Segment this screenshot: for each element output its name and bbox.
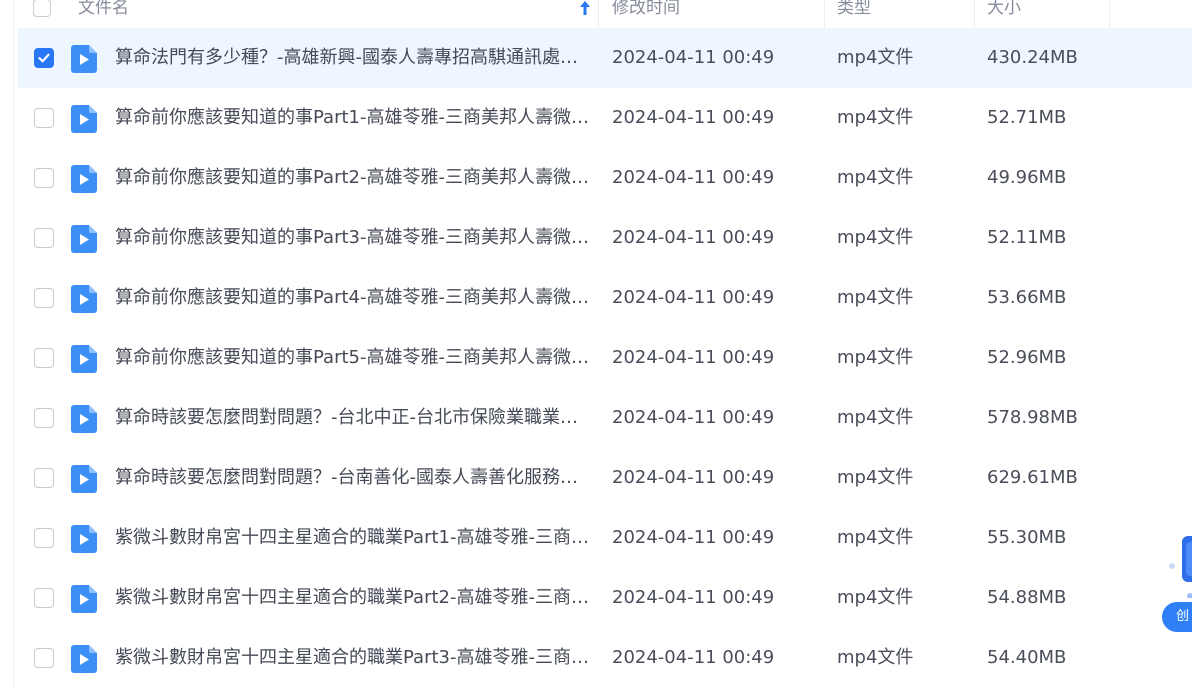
row-checkbox[interactable] bbox=[34, 168, 54, 188]
header-type[interactable]: 类型 bbox=[837, 0, 871, 28]
table-row[interactable]: 算命前你應該要知道的事Part5-高雄苓雅-三商美邦人壽微… 2024-04-1… bbox=[18, 328, 1192, 388]
file-type: mp4文件 bbox=[837, 167, 914, 188]
file-modified-time: 2024-04-11 00:49 bbox=[612, 587, 775, 608]
row-checkbox[interactable] bbox=[34, 48, 54, 68]
file-name[interactable]: 算命時該要怎麼問對問題？-台北中正-台北市保險業職業… bbox=[115, 388, 593, 448]
header-size[interactable]: 大小 bbox=[987, 0, 1021, 28]
row-checkbox[interactable] bbox=[34, 228, 54, 248]
file-modified-time: 2024-04-11 00:49 bbox=[612, 107, 775, 128]
sort-ascending-icon[interactable] bbox=[576, 0, 594, 18]
file-modified-time: 2024-04-11 00:49 bbox=[612, 167, 775, 188]
file-size: 52.11MB bbox=[987, 227, 1067, 248]
file-type: mp4文件 bbox=[837, 467, 914, 488]
table-row[interactable]: 算命法門有多少種？-高雄新興-國泰人壽專招高騏通訊處… 2024-04-11 0… bbox=[18, 28, 1192, 88]
row-checkbox[interactable] bbox=[34, 528, 54, 548]
file-name[interactable]: 算命法門有多少種？-高雄新興-國泰人壽專招高騏通訊處… bbox=[115, 28, 593, 88]
table-row[interactable]: 算命時該要怎麼問對問題？-台北中正-台北市保險業職業… 2024-04-11 0… bbox=[18, 388, 1192, 448]
file-type: mp4文件 bbox=[837, 47, 914, 68]
file-size: 55.30MB bbox=[987, 527, 1067, 548]
table-header: 文件名 修改时间 类型 大小 bbox=[18, 0, 1192, 28]
video-file-icon bbox=[71, 525, 97, 553]
file-type: mp4文件 bbox=[837, 287, 914, 308]
file-size: 54.88MB bbox=[987, 587, 1067, 608]
file-name[interactable]: 算命時該要怎麼問對問題？-台南善化-國泰人壽善化服務… bbox=[115, 448, 593, 508]
video-file-icon bbox=[71, 165, 97, 193]
checkmark-icon bbox=[38, 53, 50, 63]
file-name[interactable]: 算命前你應該要知道的事Part4-高雄苓雅-三商美邦人壽微… bbox=[115, 268, 593, 328]
header-separator[interactable] bbox=[974, 0, 975, 28]
file-size: 52.71MB bbox=[987, 107, 1067, 128]
table-row[interactable]: 紫微斗數財帛宮十四主星適合的職業Part1-高雄苓雅-三商… 2024-04-1… bbox=[18, 508, 1192, 568]
table-row[interactable]: 算命前你應該要知道的事Part2-高雄苓雅-三商美邦人壽微… 2024-04-1… bbox=[18, 148, 1192, 208]
left-border bbox=[13, 0, 14, 690]
table-row[interactable]: 紫微斗數財帛宮十四主星適合的職業Part3-高雄苓雅-三商… 2024-04-1… bbox=[18, 628, 1192, 688]
floating-assistant[interactable]: 创 bbox=[1160, 528, 1192, 638]
header-name[interactable]: 文件名 bbox=[78, 0, 129, 28]
file-type: mp4文件 bbox=[837, 587, 914, 608]
select-all-checkbox[interactable] bbox=[33, 0, 51, 17]
row-checkbox[interactable] bbox=[34, 108, 54, 128]
file-name[interactable]: 算命前你應該要知道的事Part5-高雄苓雅-三商美邦人壽微… bbox=[115, 328, 593, 388]
row-checkbox[interactable] bbox=[34, 408, 54, 428]
file-name[interactable]: 紫微斗數財帛宮十四主星適合的職業Part3-高雄苓雅-三商… bbox=[115, 628, 593, 688]
file-size: 53.66MB bbox=[987, 287, 1067, 308]
file-modified-time: 2024-04-11 00:49 bbox=[612, 467, 775, 488]
file-type: mp4文件 bbox=[837, 227, 914, 248]
file-modified-time: 2024-04-11 00:49 bbox=[612, 527, 775, 548]
file-size: 629.61MB bbox=[987, 467, 1078, 488]
file-size: 54.40MB bbox=[987, 647, 1067, 668]
file-table: 文件名 修改时间 类型 大小 算命法門有多少種？-高雄新興-國泰人壽專招高騏通訊… bbox=[18, 0, 1192, 688]
table-row[interactable]: 算命時該要怎麼問對問題？-台南善化-國泰人壽善化服務… 2024-04-11 0… bbox=[18, 448, 1192, 508]
row-checkbox[interactable] bbox=[34, 468, 54, 488]
file-name[interactable]: 紫微斗數財帛宮十四主星適合的職業Part2-高雄苓雅-三商… bbox=[115, 568, 593, 628]
file-modified-time: 2024-04-11 00:49 bbox=[612, 647, 775, 668]
video-file-icon bbox=[71, 225, 97, 253]
file-manager: 文件名 修改时间 类型 大小 算命法門有多少種？-高雄新興-國泰人壽專招高騏通訊… bbox=[0, 0, 1192, 690]
file-name[interactable]: 紫微斗數財帛宮十四主星適合的職業Part1-高雄苓雅-三商… bbox=[115, 508, 593, 568]
video-file-icon bbox=[71, 585, 97, 613]
file-type: mp4文件 bbox=[837, 407, 914, 428]
row-checkbox[interactable] bbox=[34, 648, 54, 668]
video-file-icon bbox=[71, 285, 97, 313]
file-name[interactable]: 算命前你應該要知道的事Part2-高雄苓雅-三商美邦人壽微… bbox=[115, 148, 593, 208]
assistant-icon[interactable] bbox=[1160, 528, 1192, 598]
file-modified-time: 2024-04-11 00:49 bbox=[612, 227, 775, 248]
file-name[interactable]: 算命前你應該要知道的事Part3-高雄苓雅-三商美邦人壽微… bbox=[115, 208, 593, 268]
video-file-icon bbox=[71, 645, 97, 673]
row-checkbox[interactable] bbox=[34, 348, 54, 368]
file-type: mp4文件 bbox=[837, 647, 914, 668]
table-row[interactable]: 算命前你應該要知道的事Part1-高雄苓雅-三商美邦人壽微… 2024-04-1… bbox=[18, 88, 1192, 148]
table-row[interactable]: 算命前你應該要知道的事Part3-高雄苓雅-三商美邦人壽微… 2024-04-1… bbox=[18, 208, 1192, 268]
header-separator[interactable] bbox=[824, 0, 825, 28]
table-row[interactable]: 算命前你應該要知道的事Part4-高雄苓雅-三商美邦人壽微… 2024-04-1… bbox=[18, 268, 1192, 328]
table-row[interactable]: 紫微斗數財帛宮十四主星適合的職業Part2-高雄苓雅-三商… 2024-04-1… bbox=[18, 568, 1192, 628]
row-checkbox[interactable] bbox=[34, 288, 54, 308]
file-modified-time: 2024-04-11 00:49 bbox=[612, 407, 775, 428]
file-size: 52.96MB bbox=[987, 347, 1067, 368]
file-type: mp4文件 bbox=[837, 347, 914, 368]
file-modified-time: 2024-04-11 00:49 bbox=[612, 47, 775, 68]
file-size: 578.98MB bbox=[987, 407, 1078, 428]
video-file-icon bbox=[71, 105, 97, 133]
header-separator[interactable] bbox=[1109, 0, 1110, 28]
video-file-icon bbox=[71, 45, 97, 73]
file-type: mp4文件 bbox=[837, 527, 914, 548]
file-name[interactable]: 算命前你應該要知道的事Part1-高雄苓雅-三商美邦人壽微… bbox=[115, 88, 593, 148]
header-mtime[interactable]: 修改时间 bbox=[612, 0, 680, 28]
header-separator[interactable] bbox=[598, 0, 599, 28]
file-type: mp4文件 bbox=[837, 107, 914, 128]
file-list: 算命法門有多少種？-高雄新興-國泰人壽專招高騏通訊處… 2024-04-11 0… bbox=[18, 28, 1192, 688]
file-modified-time: 2024-04-11 00:49 bbox=[612, 347, 775, 368]
file-size: 430.24MB bbox=[987, 47, 1078, 68]
file-size: 49.96MB bbox=[987, 167, 1067, 188]
assistant-button[interactable]: 创 bbox=[1162, 602, 1192, 632]
video-file-icon bbox=[71, 345, 97, 373]
video-file-icon bbox=[71, 465, 97, 493]
row-checkbox[interactable] bbox=[34, 588, 54, 608]
video-file-icon bbox=[71, 405, 97, 433]
file-modified-time: 2024-04-11 00:49 bbox=[612, 287, 775, 308]
